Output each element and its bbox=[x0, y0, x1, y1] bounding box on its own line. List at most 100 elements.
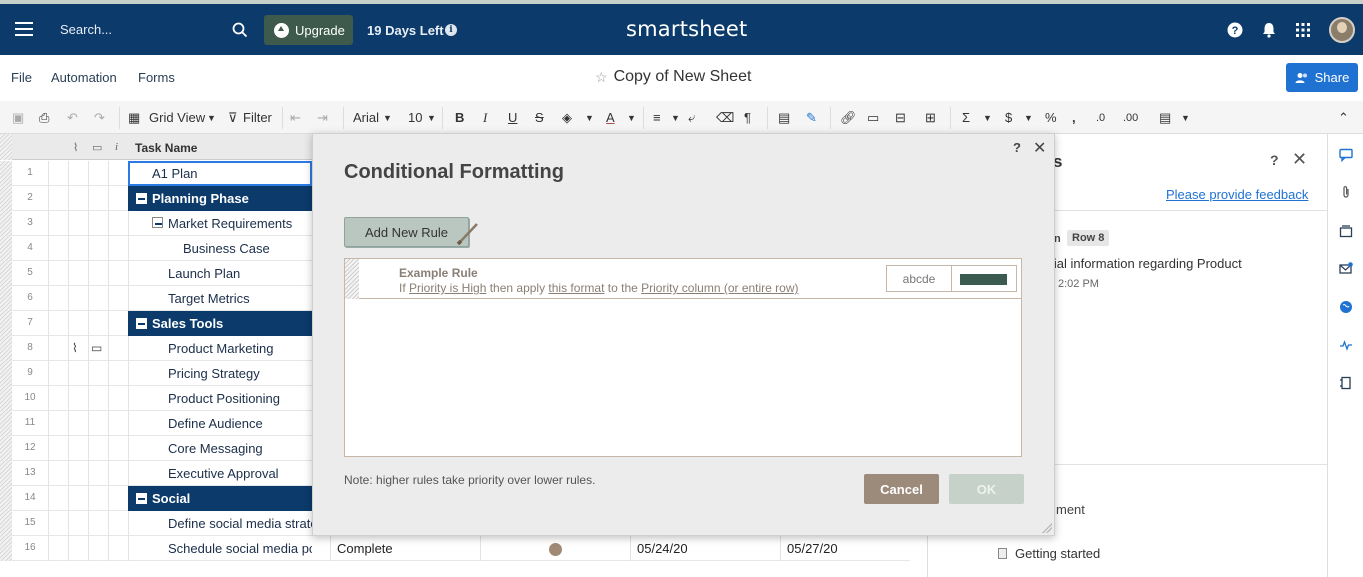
app-launcher-icon[interactable] bbox=[1294, 21, 1312, 39]
task-name[interactable]: Define social media strategy bbox=[168, 516, 312, 531]
row-drag-handle[interactable] bbox=[0, 361, 12, 386]
column-settings-icon[interactable]: ⊞ bbox=[925, 109, 936, 127]
panel-close-icon[interactable]: ✕ bbox=[1292, 149, 1307, 170]
start-date-cell[interactable]: 05/24/20 bbox=[637, 541, 688, 556]
font-size-dropdown[interactable]: 10 bbox=[408, 109, 422, 127]
share-button[interactable]: Share bbox=[1286, 63, 1358, 92]
image-icon[interactable]: ▭ bbox=[867, 109, 879, 127]
panel-help-icon[interactable]: ? bbox=[1270, 152, 1279, 168]
rule-target-link[interactable]: Priority column (or entire row) bbox=[641, 281, 798, 295]
outdent-icon[interactable]: ⇤ bbox=[290, 109, 301, 127]
publish-globe-icon[interactable] bbox=[1339, 300, 1353, 314]
link-icon[interactable]: 🔗︎ bbox=[840, 109, 857, 127]
format-painter-icon[interactable]: ¶ bbox=[744, 109, 751, 127]
save-icon[interactable]: ▣ bbox=[12, 109, 24, 127]
currency-icon[interactable]: $ bbox=[1005, 109, 1012, 127]
clear-format-icon[interactable]: ⌫ bbox=[716, 109, 734, 127]
undo-icon[interactable]: ↶ bbox=[67, 109, 78, 127]
redo-icon[interactable]: ↷ bbox=[94, 109, 105, 127]
bold-icon[interactable]: B bbox=[455, 109, 464, 127]
sheet-title-text[interactable]: Copy of New Sheet bbox=[614, 68, 752, 86]
rule-condition-link[interactable]: Priority is High bbox=[409, 281, 486, 295]
help-icon[interactable]: ? bbox=[1226, 21, 1244, 39]
dialog-close-icon[interactable]: ✕ bbox=[1033, 138, 1046, 158]
collapse-icon[interactable] bbox=[136, 193, 147, 204]
column-header-task-name[interactable]: Task Name bbox=[135, 141, 197, 155]
feedback-link[interactable]: Please provide feedback bbox=[1166, 187, 1308, 202]
wrap-text-icon[interactable]: ⤶ bbox=[688, 109, 695, 127]
percent-icon[interactable]: % bbox=[1045, 109, 1057, 127]
status-cell[interactable]: Complete bbox=[337, 541, 393, 556]
filter-icon[interactable]: ⊽ bbox=[228, 109, 238, 127]
task-name-cell[interactable]: Social bbox=[128, 486, 312, 511]
format-preview-swatch[interactable] bbox=[951, 265, 1017, 292]
row-drag-handle[interactable] bbox=[0, 486, 12, 511]
upgrade-button[interactable]: Upgrade bbox=[264, 15, 353, 45]
task-name[interactable]: Product Marketing bbox=[168, 341, 312, 356]
task-name[interactable]: Product Positioning bbox=[168, 391, 312, 406]
font-family-dropdown[interactable]: Arial bbox=[353, 109, 379, 127]
search-icon[interactable] bbox=[232, 22, 248, 38]
attachment-icon[interactable]: ⌇ bbox=[72, 341, 78, 355]
row-drag-handle[interactable] bbox=[0, 211, 12, 236]
rule-format-link[interactable]: this format bbox=[548, 281, 604, 295]
collapse-toolbar-icon[interactable]: ⌃ bbox=[1338, 109, 1349, 127]
menu-automation[interactable]: Automation bbox=[51, 70, 117, 85]
task-name[interactable]: Pricing Strategy bbox=[168, 366, 312, 381]
smartsheet-logo[interactable]: smartsheet bbox=[626, 17, 747, 41]
comment-icon[interactable]: ▭ bbox=[91, 341, 102, 355]
row-drag-handle[interactable] bbox=[0, 186, 12, 211]
select-all-corner[interactable] bbox=[0, 134, 12, 160]
collapse-icon[interactable] bbox=[152, 217, 163, 228]
grid-view-icon[interactable]: ▦ bbox=[128, 109, 140, 127]
row-drag-handle[interactable] bbox=[0, 236, 12, 261]
getting-started-link[interactable]: Getting started bbox=[998, 546, 1100, 561]
attachments-icon[interactable] bbox=[1339, 185, 1353, 199]
row-drag-handle[interactable] bbox=[0, 536, 12, 561]
update-requests-icon[interactable] bbox=[1339, 262, 1353, 276]
task-name[interactable]: Define Audience bbox=[168, 416, 312, 431]
row-drag-handle[interactable] bbox=[0, 336, 12, 361]
row-drag-handle[interactable] bbox=[0, 461, 12, 486]
row-drag-handle[interactable] bbox=[0, 386, 12, 411]
date-format-icon[interactable]: ▤ bbox=[1159, 109, 1171, 127]
task-name[interactable]: Core Messaging bbox=[168, 441, 312, 456]
row-drag-handle[interactable] bbox=[0, 411, 12, 436]
menu-icon[interactable] bbox=[15, 22, 33, 36]
row-drag-handle[interactable] bbox=[0, 161, 12, 186]
task-name[interactable]: Market Requirements bbox=[168, 216, 312, 231]
add-new-rule-button[interactable]: Add New Rule bbox=[344, 217, 469, 247]
increase-decimal-icon[interactable]: .00 bbox=[1123, 109, 1138, 127]
dialog-help-icon[interactable]: ? bbox=[1013, 140, 1021, 155]
task-name[interactable]: Schedule social media posts bbox=[168, 541, 312, 556]
sum-icon[interactable]: Σ bbox=[962, 109, 970, 127]
add-comment-label[interactable]: ment bbox=[1056, 502, 1085, 517]
user-avatar[interactable] bbox=[1329, 17, 1355, 43]
row-drag-handle[interactable] bbox=[0, 286, 12, 311]
row-drag-handle[interactable] bbox=[0, 311, 12, 336]
summary-icon[interactable] bbox=[1339, 376, 1353, 390]
task-name[interactable]: Business Case bbox=[183, 241, 312, 256]
row-reference-badge[interactable]: Row 8 bbox=[1067, 230, 1110, 246]
proofs-icon[interactable] bbox=[1339, 224, 1353, 238]
conversations-icon[interactable] bbox=[1339, 148, 1353, 162]
row-drag-handle[interactable] bbox=[0, 436, 12, 461]
selected-cell[interactable] bbox=[128, 161, 312, 186]
decrease-decimal-icon[interactable]: .0 bbox=[1096, 109, 1105, 127]
align-icon[interactable]: ≡ bbox=[653, 109, 661, 127]
cancel-button[interactable]: Cancel bbox=[864, 474, 939, 504]
menu-file[interactable]: File bbox=[11, 70, 32, 85]
task-name[interactable]: Target Metrics bbox=[168, 291, 312, 306]
task-name-cell[interactable]: Sales Tools bbox=[128, 311, 312, 336]
fill-color-icon[interactable]: ◈ bbox=[562, 109, 572, 127]
thousands-separator-icon[interactable]: , bbox=[1072, 109, 1076, 127]
menu-forms[interactable]: Forms bbox=[138, 70, 175, 85]
collapse-icon[interactable] bbox=[136, 493, 147, 504]
text-color-icon[interactable]: A bbox=[606, 109, 615, 127]
task-name-cell[interactable]: Planning Phase bbox=[128, 186, 312, 211]
italic-icon[interactable]: I bbox=[483, 109, 487, 127]
drag-handle[interactable] bbox=[345, 259, 359, 299]
print-icon[interactable]: ⎙ bbox=[39, 109, 49, 127]
indent-icon[interactable]: ⇥ bbox=[317, 109, 328, 127]
task-name[interactable]: Launch Plan bbox=[168, 266, 312, 281]
